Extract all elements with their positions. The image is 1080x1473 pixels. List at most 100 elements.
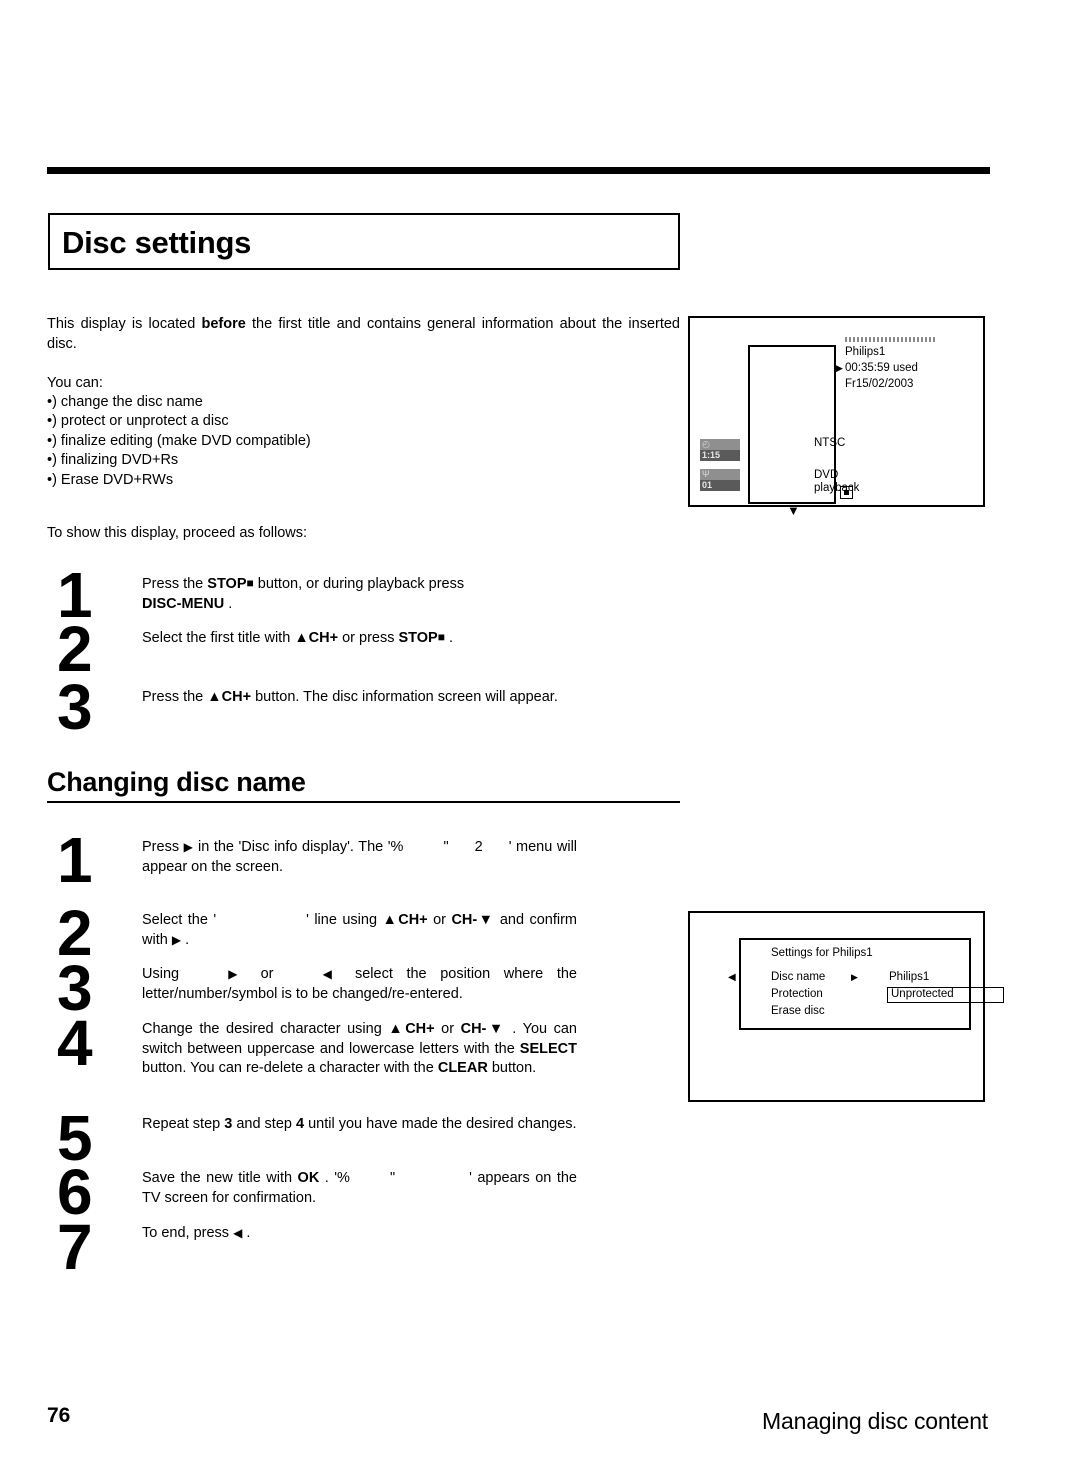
button-name-stop: STOP bbox=[398, 630, 438, 646]
step-text-part: " bbox=[443, 839, 449, 855]
step-text-part: 2 bbox=[474, 839, 483, 855]
time-used-value: 00:35:59 used bbox=[845, 362, 918, 374]
step-text-part: or bbox=[247, 966, 288, 982]
step-text-part: select the position where the letter/num… bbox=[142, 966, 577, 1002]
step-text-part: or bbox=[427, 912, 452, 928]
right-arrow-icon: ▶ bbox=[171, 932, 182, 947]
step-text-part: button. The disc information screen will… bbox=[251, 689, 558, 705]
step-text-part: until you have made the desired changes. bbox=[304, 1116, 577, 1132]
step-text-part: . bbox=[242, 1225, 251, 1241]
button-name-ch-down: CH-▼ bbox=[460, 1021, 506, 1037]
disc-settings-menu-diagram: Settings for Philips1 ◀ Disc name Protec… bbox=[688, 911, 1004, 1102]
left-arrow-icon: ◀ bbox=[233, 1226, 243, 1240]
top-rule-divider bbox=[47, 167, 990, 174]
step-text-part: Change the desired character using bbox=[142, 1021, 389, 1037]
button-name-ch-down: CH-▼ bbox=[451, 912, 495, 928]
step-text-part: " bbox=[389, 1170, 396, 1186]
list-item: •) protect or unprotect a disc bbox=[47, 413, 229, 430]
stop-square-icon bbox=[840, 486, 853, 499]
stop-square-icon: ■ bbox=[246, 576, 254, 590]
page-title: Disc settings bbox=[62, 225, 252, 260]
section-heading-rule bbox=[47, 801, 680, 803]
menu-item-erase-disc[interactable]: Erase disc bbox=[771, 1003, 825, 1020]
step-text-part: To end, press bbox=[142, 1225, 234, 1241]
disc-name-value: Philips1 bbox=[889, 971, 930, 983]
step-text-part: Press the bbox=[142, 576, 208, 592]
right-arrow-icon: ▶ bbox=[851, 972, 858, 982]
step-text: Change the desired character using ▲CH+ … bbox=[142, 1020, 577, 1079]
section-heading-block: Changing disc name bbox=[47, 766, 680, 803]
left-arrow-cursor-icon: ◀ bbox=[728, 972, 736, 983]
step-text-part: or press bbox=[338, 630, 399, 646]
left-arrow-icon: ◀ bbox=[313, 967, 342, 981]
button-name-ok: OK bbox=[297, 1170, 320, 1186]
step-reference: 4 bbox=[296, 1116, 305, 1132]
step-text-part: Save the new title with bbox=[142, 1170, 298, 1186]
clock-icon: ◴ bbox=[702, 439, 710, 449]
step-number: 2 bbox=[57, 613, 93, 685]
step-text: Save the new title with OK . '% " ' appear… bbox=[142, 1169, 577, 1208]
page-number: 76 bbox=[47, 1404, 71, 1427]
video-standard-label: NTSC bbox=[814, 437, 846, 449]
you-can-label: You can: bbox=[47, 375, 103, 391]
disc-info-panel: NTSC DVD playback bbox=[748, 345, 859, 504]
step-number: 1 bbox=[57, 824, 93, 896]
step-text-part: . bbox=[181, 931, 190, 948]
channel-value: 01 bbox=[700, 480, 740, 491]
step-text-part: Select the ' bbox=[142, 912, 217, 928]
step-text-part: . bbox=[224, 595, 233, 612]
step-text-part: in the 'Disc info display'. The '% bbox=[193, 839, 404, 855]
intro-bold-before: before bbox=[201, 316, 246, 332]
intro-text-before: This display is located bbox=[47, 316, 202, 332]
list-item: •) finalizing DVD+Rs bbox=[47, 452, 179, 469]
button-name-ch-up: ▲CH+ bbox=[388, 1021, 435, 1037]
step-text-part: Press the bbox=[142, 689, 208, 705]
step-text: Select the ' ' line using ▲CH+ or CH-▼ an… bbox=[142, 911, 577, 950]
capability-list: •) change the disc name •) protect or un… bbox=[47, 393, 311, 490]
button-name-ch-up: ▲CH+ bbox=[207, 689, 252, 705]
disc-name-value: Philips1 bbox=[845, 346, 886, 358]
selection-marker-icon: ▶ bbox=[836, 363, 843, 373]
timer-status-icon: ◴ 1:15 bbox=[700, 439, 740, 461]
step-text-part: Repeat step bbox=[142, 1116, 225, 1132]
menu-item-protection[interactable]: Protection bbox=[771, 986, 825, 1003]
page-title-box: Disc settings bbox=[48, 213, 680, 270]
changing-disc-name-steps: 1 Press ▶ in the 'Disc info display'. Th… bbox=[47, 828, 680, 1288]
settings-menu-title: Settings for Philips1 bbox=[771, 947, 873, 959]
settings-menu-panel: Settings for Philips1 ◀ Disc name Protec… bbox=[728, 938, 1004, 1030]
step-number: 7 bbox=[57, 1211, 93, 1283]
step-text-part: . bbox=[444, 630, 454, 646]
step-number: 3 bbox=[57, 671, 93, 743]
menu-item-disc-name[interactable]: Disc name bbox=[771, 969, 825, 986]
right-arrow-icon: ▶ bbox=[183, 840, 194, 854]
button-name-select: SELECT bbox=[519, 1040, 577, 1057]
step-text-part: button, or during playback press bbox=[253, 576, 465, 592]
disc-info-display-diagram: ◴ 1:15 Ψ 01 NTSC DVD playback ▼ ▶ Philip… bbox=[688, 316, 985, 517]
step-text: Repeat step 3 and step 4 until you have … bbox=[142, 1115, 577, 1135]
button-name-ch-up: ▲CH+ bbox=[382, 912, 428, 928]
step-text-part: . '% bbox=[319, 1170, 350, 1186]
step-text-part: or bbox=[434, 1021, 461, 1037]
antenna-icon: Ψ bbox=[702, 469, 710, 479]
section-heading: Changing disc name bbox=[47, 767, 306, 797]
step-number: 4 bbox=[57, 1007, 93, 1079]
step-text-part: Using bbox=[142, 966, 193, 982]
step-text-part: button. You can re-delete a character wi… bbox=[142, 1060, 438, 1076]
protection-value-field[interactable]: Unprotected bbox=[887, 987, 1004, 1003]
chevron-down-icon: ▼ bbox=[787, 503, 800, 518]
proceed-instruction: To show this display, proceed as follows… bbox=[47, 525, 308, 541]
timer-value: 1:15 bbox=[700, 450, 740, 461]
button-name-clear: CLEAR bbox=[437, 1060, 488, 1076]
step-text-part: button. bbox=[487, 1060, 537, 1076]
disc-settings-steps: 1 Press the STOP■ button, or during play… bbox=[47, 560, 680, 760]
settings-menu-rows: Disc name Protection Erase disc bbox=[771, 969, 825, 1020]
footer-section-label: Managing disc content bbox=[762, 1408, 988, 1434]
button-name-ch-up: ▲CH+ bbox=[294, 630, 339, 646]
step-text-part: and step bbox=[232, 1116, 296, 1132]
stop-square-icon: ■ bbox=[437, 630, 445, 644]
step-text: To end, press ◀ . bbox=[142, 1224, 577, 1244]
intro-paragraph: This display is located before the first… bbox=[47, 315, 680, 354]
step-text-part: ' line using bbox=[306, 912, 383, 928]
step-text: Using ▶ or ◀ select the position where t… bbox=[142, 965, 577, 1004]
list-item: •) Erase DVD+RWs bbox=[47, 471, 174, 488]
